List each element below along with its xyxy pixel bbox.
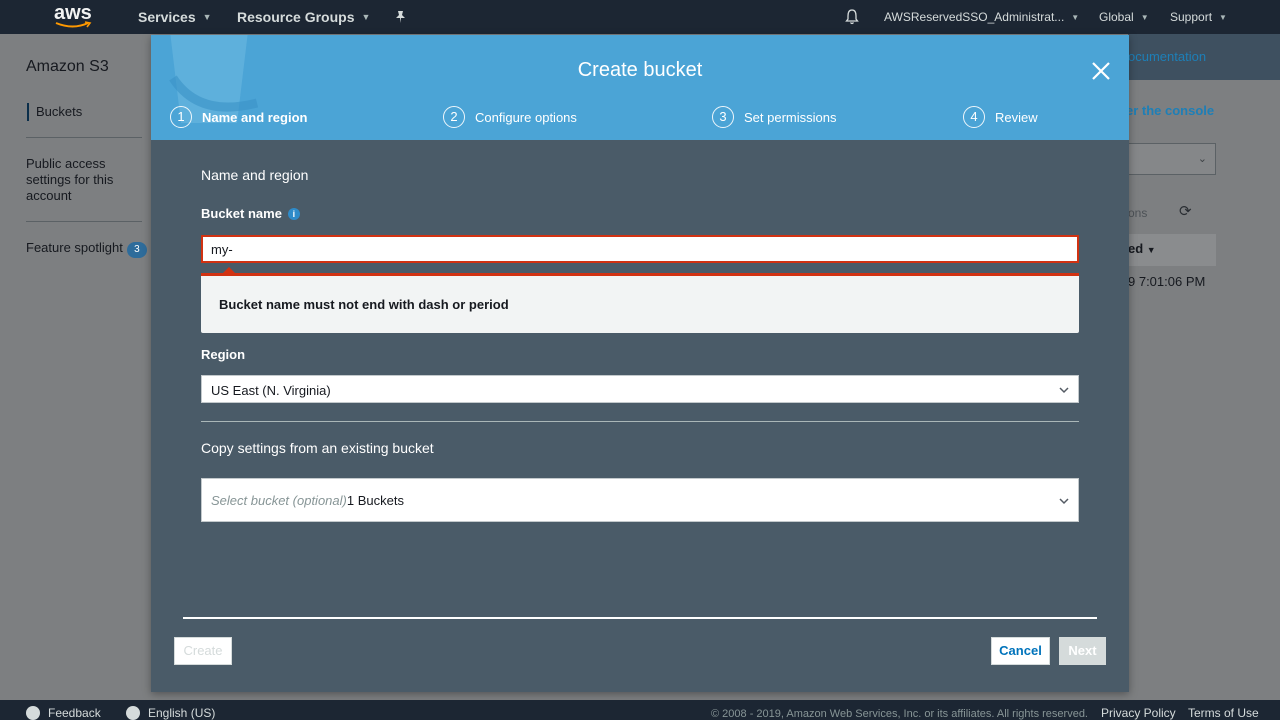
pin-icon[interactable]: [394, 0, 407, 34]
wizard-steps: 1 Name and region 2 Configure options 3 …: [151, 105, 1129, 129]
refresh-icon[interactable]: ⟳: [1179, 202, 1192, 220]
language-selector[interactable]: English (US): [126, 706, 215, 720]
bucket-name-input[interactable]: [201, 235, 1079, 263]
step-label: Name and region: [202, 109, 308, 125]
table-header-date-created[interactable]: ed ▼: [1128, 234, 1216, 266]
section-title-name-and-region: Name and region: [201, 167, 309, 183]
close-icon[interactable]: [1089, 59, 1113, 83]
account-menu[interactable]: AWSReservedSSO_Administrat... ▼: [884, 0, 1079, 34]
region-select-value: US East (N. Virginia): [211, 383, 331, 398]
copy-bucket-placeholder: Select bucket (optional): [211, 493, 347, 508]
feature-count-badge: 3: [126, 242, 147, 258]
sidebar-item-feature-spotlight[interactable]: Feature spotlight 3: [26, 240, 147, 258]
documentation-link[interactable]: ocumentation: [1128, 49, 1206, 64]
aws-logo[interactable]: aws: [54, 2, 94, 30]
chevron-down-icon: ▼: [1219, 12, 1227, 22]
chevron-down-icon: ▼: [202, 12, 212, 22]
step-name-and-region[interactable]: 1 Name and region: [170, 105, 307, 129]
support-label: Support: [1170, 10, 1213, 24]
region-menu[interactable]: Global ▼: [1099, 0, 1149, 34]
copy-settings-title: Copy settings from an existing bucket: [201, 440, 434, 456]
chevron-down-icon: [1059, 498, 1069, 505]
options-text: ons: [1128, 206, 1148, 220]
background-dropdown[interactable]: ⌄: [1128, 143, 1216, 175]
chevron-down-icon: ▼: [1140, 12, 1149, 22]
info-icon[interactable]: i: [287, 208, 300, 220]
cancel-button[interactable]: Cancel: [991, 637, 1050, 665]
sidebar-divider: [26, 137, 142, 138]
create-button[interactable]: Create: [174, 637, 232, 665]
privacy-policy-link[interactable]: Privacy Policy: [1101, 706, 1176, 720]
copy-bucket-select-value: Select bucket (optional)1 Buckets: [211, 493, 404, 508]
chevron-down-icon: [1059, 387, 1069, 394]
language-label: English (US): [148, 706, 216, 720]
footer-divider: [183, 617, 1097, 619]
chevron-down-icon: ▼: [361, 12, 371, 22]
region-label: Region: [201, 347, 246, 362]
bucket-name-label: Bucket name i: [201, 206, 300, 221]
step-set-permissions[interactable]: 3 Set permissions: [712, 105, 836, 129]
table-header-label: ed: [1128, 241, 1144, 256]
feedback-label: Feedback: [48, 706, 101, 720]
service-title: Amazon S3: [26, 58, 109, 75]
sidebar-divider: [26, 221, 142, 222]
top-navigation-bar: aws Services ▼ Resource Groups ▼ AWSRese…: [0, 0, 1280, 34]
section-divider: [201, 421, 1079, 422]
step-number: 4: [963, 106, 985, 128]
step-review[interactable]: 4 Review: [963, 105, 1038, 129]
sidebar-item-public-access[interactable]: Public access settings for this account: [26, 156, 126, 204]
table-cell-date: 9 7:01:06 PM: [1128, 274, 1206, 289]
step-configure-options[interactable]: 2 Configure options: [443, 105, 577, 129]
step-number: 3: [712, 106, 734, 128]
support-menu[interactable]: Support ▼: [1170, 0, 1227, 34]
modal-header: Create bucket 1 Name and region 2 Config…: [151, 35, 1129, 140]
services-label: Services: [138, 9, 196, 25]
bell-icon-graphic: [845, 9, 859, 25]
copy-bucket-select[interactable]: Select bucket (optional)1 Buckets: [201, 478, 1079, 522]
step-number: 1: [170, 106, 192, 128]
terms-of-use-link[interactable]: Terms of Use: [1188, 706, 1259, 720]
sort-caret-icon: ▼: [1146, 245, 1156, 255]
notifications-bell-icon[interactable]: [845, 0, 859, 34]
modal-title: Create bucket: [577, 59, 703, 81]
step-label: Configure options: [475, 109, 577, 125]
bucket-count: 1 Buckets: [346, 493, 404, 508]
step-label: Review: [995, 109, 1038, 125]
create-bucket-modal: Create bucket 1 Name and region 2 Config…: [151, 35, 1129, 692]
chevron-down-icon: ⌄: [1197, 153, 1207, 165]
resource-groups-label: Resource Groups: [237, 9, 355, 25]
step-label: Set permissions: [744, 109, 837, 125]
aws-smile-icon: [55, 21, 92, 28]
sidebar-item-buckets[interactable]: Buckets: [27, 103, 82, 121]
region-select[interactable]: US East (N. Virginia): [201, 375, 1079, 403]
resource-groups-menu[interactable]: Resource Groups ▼: [237, 0, 370, 34]
error-text: Bucket name must not end with dash or pe…: [219, 297, 509, 312]
bucket-name-label-text: Bucket name: [201, 206, 282, 221]
copyright-text: © 2008 - 2019, Amazon Web Services, Inc.…: [711, 708, 1088, 720]
account-label: AWSReservedSSO_Administrat...: [884, 10, 1065, 24]
close-icon-graphic: [1092, 62, 1110, 80]
feature-spotlight-label: Feature spotlight: [26, 240, 123, 255]
pin-icon-graphic: [396, 11, 405, 23]
feedback-icon: [26, 706, 40, 720]
page-footer: Feedback English (US) © 2008 - 2019, Ama…: [0, 700, 1280, 720]
region-label: Global: [1099, 10, 1134, 24]
feedback-link[interactable]: Feedback: [26, 706, 101, 720]
globe-icon: [126, 706, 140, 720]
services-menu[interactable]: Services ▼: [138, 0, 212, 34]
bucket-name-error-message: Bucket name must not end with dash or pe…: [201, 273, 1079, 333]
chevron-down-icon: ▼: [1071, 12, 1080, 22]
step-number: 2: [443, 106, 465, 128]
next-button[interactable]: Next: [1059, 637, 1106, 665]
console-link[interactable]: er the console: [1126, 103, 1214, 118]
